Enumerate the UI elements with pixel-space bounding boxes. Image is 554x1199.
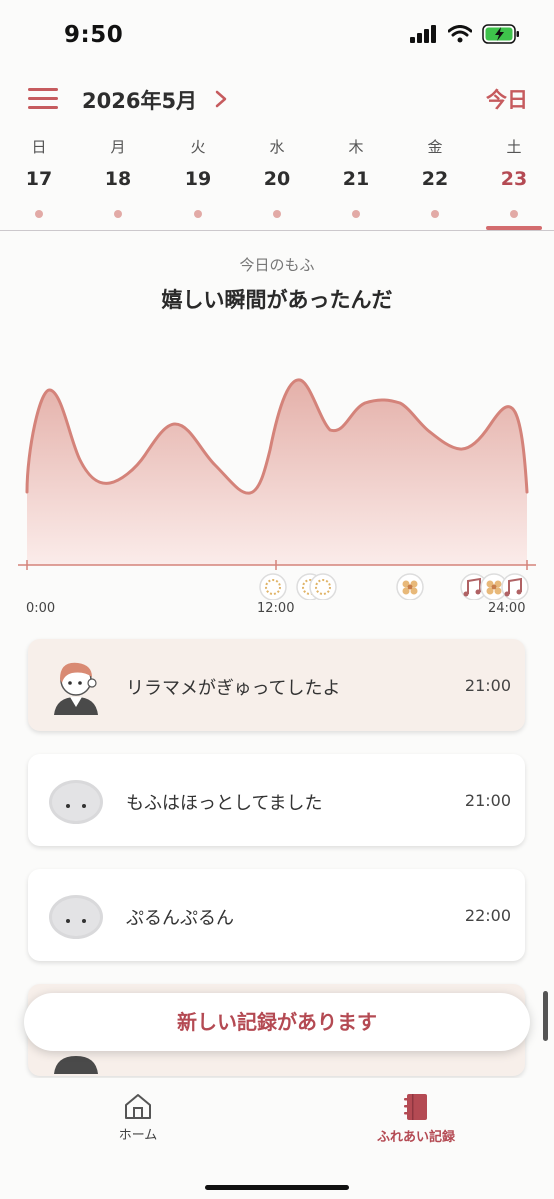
day-mon[interactable]: 月 18 — [88, 136, 148, 218]
record-time: 21:00 — [464, 791, 511, 810]
x-tick-label: 0:00 — [26, 601, 56, 616]
day-number: 20 — [263, 168, 291, 190]
divider — [0, 230, 554, 231]
record-text: もふはほっとしてました — [126, 793, 323, 814]
mofu-label: 今日のもふ — [239, 256, 315, 274]
day-dot — [352, 210, 360, 218]
week-strip: 日 17 月 18 火 19 水 20 木 21 金 22 土 23 — [0, 136, 554, 230]
x-tick-label: 12:00 — [257, 601, 295, 616]
day-dot — [431, 210, 439, 218]
sparkle-icon[interactable] — [259, 573, 287, 600]
day-number: 21 — [342, 168, 370, 190]
day-of-week: 火 — [190, 138, 206, 156]
flower-icon[interactable] — [396, 573, 424, 600]
mofu-avatar — [49, 780, 103, 824]
day-of-week: 水 — [269, 138, 285, 156]
day-dot — [510, 210, 518, 218]
wifi-icon — [448, 25, 472, 43]
day-sat-selected[interactable]: 土 23 — [484, 136, 544, 218]
day-dot — [114, 210, 122, 218]
day-sun[interactable]: 日 17 — [9, 136, 69, 218]
music-note-icon[interactable] — [501, 573, 529, 600]
battery-icon — [482, 24, 519, 44]
home-indicator — [205, 1185, 349, 1190]
chart-area — [27, 379, 527, 565]
chevron-right-icon[interactable] — [214, 89, 228, 109]
header: 2026年5月 今日 — [0, 80, 554, 118]
day-dot — [273, 210, 281, 218]
scrollbar[interactable] — [543, 991, 548, 1041]
day-number: 17 — [25, 168, 53, 190]
day-thu[interactable]: 木 21 — [326, 136, 386, 218]
record-text: リラマメがぎゅってしたよ — [126, 678, 341, 699]
record-card[interactable]: もふはほっとしてました 21:00 — [28, 754, 525, 846]
x-tick-label: 24:00 — [488, 601, 526, 616]
day-number: 22 — [421, 168, 449, 190]
day-number: 23 — [500, 168, 528, 190]
signal-icon — [410, 25, 436, 43]
month-title: 2026年5月 — [82, 89, 198, 113]
day-of-week: 金 — [427, 138, 443, 156]
nav-home[interactable]: ホーム — [108, 1092, 168, 1143]
day-wed[interactable]: 水 20 — [247, 136, 307, 218]
day-tue[interactable]: 火 19 — [168, 136, 228, 218]
record-text: ぷるんぷるん — [126, 908, 234, 929]
day-of-week: 木 — [348, 138, 364, 156]
day-of-week: 土 — [506, 138, 522, 156]
day-number: 18 — [104, 168, 132, 190]
menu-icon[interactable] — [28, 88, 58, 110]
day-fri[interactable]: 金 22 — [405, 136, 465, 218]
bottom-nav: ホーム ふれあい記録 — [0, 1078, 554, 1199]
notebook-icon — [404, 1094, 427, 1120]
new-records-toast[interactable]: 新しい記録があります — [24, 993, 530, 1051]
nav-records-label: ふれあい記録 — [376, 1130, 455, 1145]
record-time: 22:00 — [464, 906, 511, 925]
nav-records[interactable]: ふれあい記録 — [366, 1092, 466, 1145]
record-card[interactable]: ぷるんぷるん 22:00 — [28, 869, 525, 961]
day-of-week: 月 — [110, 138, 126, 156]
day-number: 19 — [184, 168, 212, 190]
person-avatar — [54, 662, 98, 715]
mofu-avatar — [49, 895, 103, 939]
today-button[interactable]: 今日 — [486, 84, 528, 114]
home-icon — [125, 1094, 151, 1119]
day-dot — [194, 210, 202, 218]
record-time: 21:00 — [464, 676, 511, 695]
record-card[interactable]: リラマメがぎゅってしたよ 21:00 — [28, 639, 525, 731]
nav-home-label: ホーム — [118, 1128, 158, 1143]
day-dot — [35, 210, 43, 218]
sparkle-icon[interactable] — [309, 573, 337, 600]
status-time: 9:50 — [64, 22, 124, 48]
mofu-title: 嬉しい瞬間があったんだ — [161, 288, 393, 312]
day-of-week: 日 — [31, 138, 47, 156]
status-icons — [410, 24, 520, 44]
mood-chart — [18, 378, 536, 600]
